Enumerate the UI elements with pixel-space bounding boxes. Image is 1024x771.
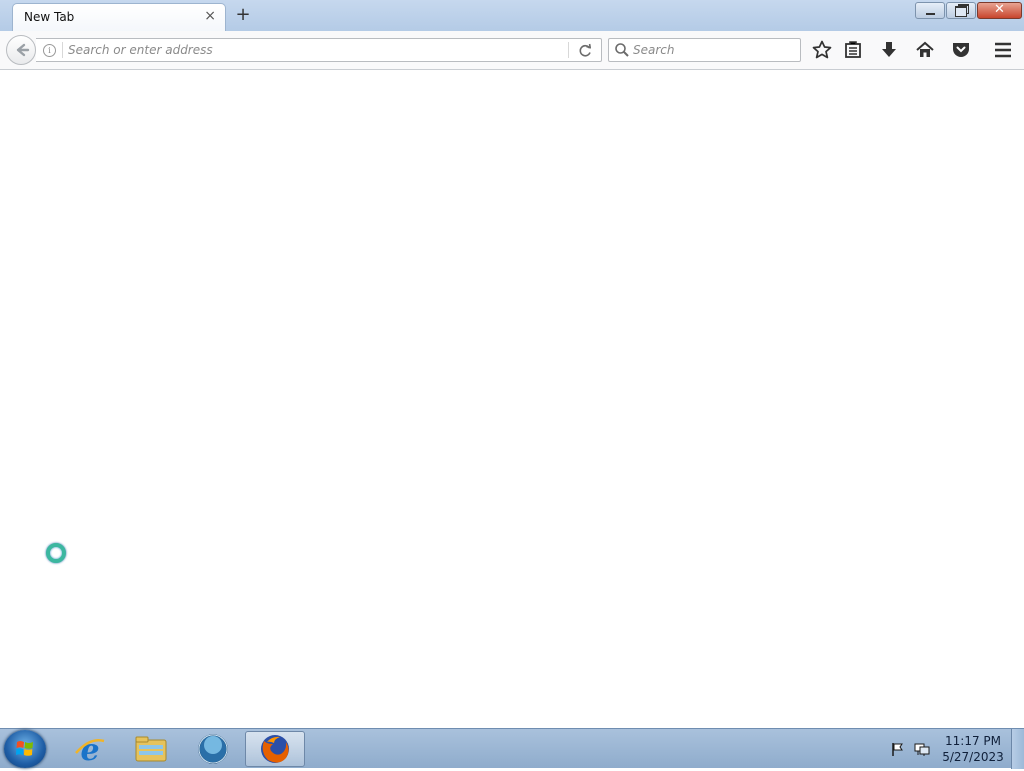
navigation-toolbar: i xyxy=(0,31,1024,70)
reload-icon[interactable] xyxy=(577,42,593,60)
bookmark-star-icon[interactable] xyxy=(810,38,834,62)
minimize-button[interactable] xyxy=(915,2,945,19)
search-bar[interactable] xyxy=(608,38,801,62)
search-icon xyxy=(615,43,629,57)
svg-text:e: e xyxy=(80,733,99,767)
tab-new-tab[interactable]: New Tab × xyxy=(12,3,226,32)
show-desktop-button[interactable] xyxy=(1011,729,1024,769)
close-tab-icon[interactable]: × xyxy=(204,8,216,24)
minimize-icon xyxy=(926,13,935,15)
download-icon[interactable] xyxy=(877,38,901,62)
folder-icon xyxy=(135,736,167,762)
back-button[interactable] xyxy=(6,35,36,65)
address-bar[interactable]: i xyxy=(36,38,602,62)
system-clock[interactable]: 11:17 PM 5/27/2023 xyxy=(940,733,1006,765)
taskbar-firefox[interactable] xyxy=(245,731,305,767)
pocket-icon[interactable] xyxy=(949,38,973,62)
tab-title: New Tab xyxy=(24,10,75,24)
action-center-flag-icon[interactable] xyxy=(890,741,906,757)
reading-list-icon[interactable] xyxy=(841,38,865,62)
reload-separator xyxy=(568,42,569,58)
menu-icon[interactable] xyxy=(991,38,1015,62)
window-controls: ✕ xyxy=(915,2,1022,19)
search-input[interactable] xyxy=(633,41,793,59)
restore-button[interactable] xyxy=(946,2,976,19)
page-content xyxy=(0,70,1024,728)
close-window-button[interactable]: ✕ xyxy=(977,2,1022,19)
clock-time: 11:17 PM xyxy=(945,734,1001,748)
restore-icon-front xyxy=(955,6,967,17)
new-tab-button[interactable]: + xyxy=(233,5,253,25)
start-button[interactable] xyxy=(4,730,46,768)
site-info-icon[interactable]: i xyxy=(43,44,56,57)
internet-explorer-icon: e xyxy=(75,733,105,768)
firefox-icon xyxy=(261,735,289,763)
close-icon: ✕ xyxy=(994,2,1005,17)
taskbar-windows-explorer[interactable] xyxy=(125,731,177,767)
media-player-icon xyxy=(198,734,228,764)
taskbar: e 11:17 PM 5/27/2023 xyxy=(0,728,1024,769)
taskbar-media-player[interactable] xyxy=(187,731,239,767)
clock-date: 5/27/2023 xyxy=(942,750,1004,764)
windows-logo-icon xyxy=(16,741,33,756)
network-icon[interactable] xyxy=(914,741,930,757)
address-input[interactable] xyxy=(68,41,558,59)
back-arrow-icon xyxy=(16,43,30,57)
url-separator xyxy=(62,42,63,58)
title-bar: New Tab × + ✕ xyxy=(0,0,1024,32)
taskbar-internet-explorer[interactable]: e xyxy=(64,731,116,768)
loading-spinner-icon xyxy=(46,543,66,563)
home-icon[interactable] xyxy=(913,38,937,62)
